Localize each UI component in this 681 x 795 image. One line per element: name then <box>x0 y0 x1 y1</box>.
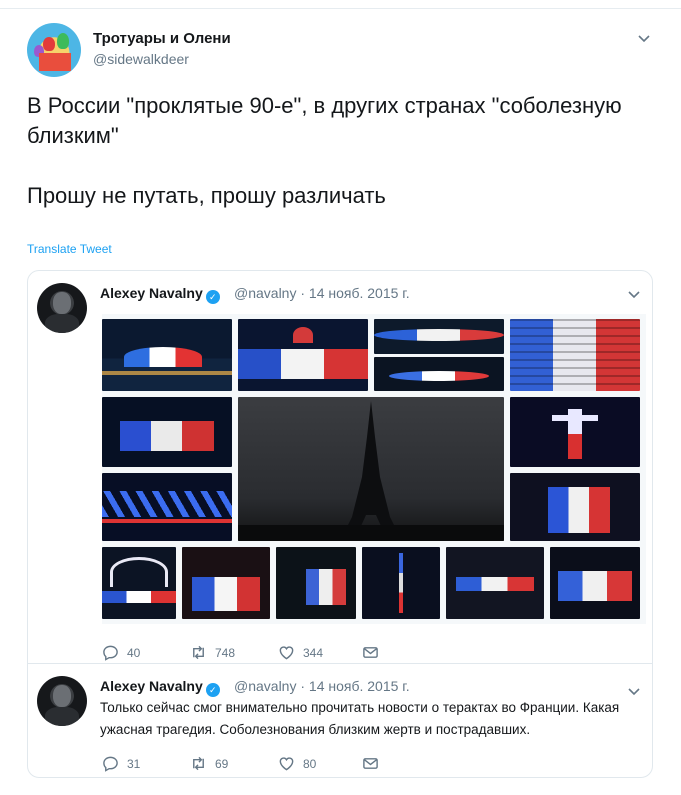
heart-icon <box>279 646 294 660</box>
retweet-count: 69 <box>215 756 229 771</box>
lit-skyline-photo[interactable] <box>276 547 356 619</box>
toronto-sign-photo[interactable] <box>446 547 544 619</box>
like-count: 80 <box>303 756 317 771</box>
chevron-down-icon[interactable] <box>627 287 641 301</box>
quote1-avatar[interactable] <box>37 283 87 333</box>
tweet: Тротуары и Олени @sidewalkdeer В России … <box>0 9 681 795</box>
chevron-down-icon[interactable] <box>637 31 651 45</box>
author-avatar[interactable] <box>27 23 81 77</box>
sydney-opera-house-photo[interactable] <box>102 319 232 391</box>
reply-button[interactable]: 31 <box>102 755 140 772</box>
quote2-avatar[interactable] <box>37 676 87 726</box>
like-count: 344 <box>303 645 324 660</box>
quote2-text: Только сейчас смог внимательно прочитать… <box>100 700 620 737</box>
direct-message-button[interactable] <box>362 644 387 661</box>
photo-collage[interactable] <box>102 314 646 624</box>
reply-count: 40 <box>127 645 141 660</box>
translate-tweet-link[interactable]: Translate Tweet <box>27 242 112 256</box>
eiffel-tower-dark-photo[interactable] <box>238 397 504 541</box>
quote1-meta[interactable]: @navalny · 14 нояб. 2015 г. <box>234 285 410 301</box>
quote1-author[interactable]: Alexey Navalny ✓ <box>100 285 220 304</box>
verified-badge-icon: ✓ <box>205 683 220 697</box>
reply-icon <box>103 645 118 661</box>
quote2-author-name[interactable]: Alexey Navalny <box>100 678 203 694</box>
quote-divider <box>28 663 652 664</box>
like-button[interactable]: 80 <box>278 755 316 772</box>
quote1-author-name[interactable]: Alexey Navalny <box>100 285 203 301</box>
quote2-author[interactable]: Alexey Navalny ✓ <box>100 678 220 697</box>
chevron-down-icon[interactable] <box>627 684 641 698</box>
lit-bridge-photo[interactable] <box>102 473 232 541</box>
quote2-meta[interactable]: @navalny · 14 нояб. 2015 г. <box>234 678 410 694</box>
christ-redeemer-statue-photo[interactable] <box>510 397 640 467</box>
retweet-button[interactable]: 748 <box>190 644 235 661</box>
quoted-tweets-card[interactable]: Alexey Navalny ✓ @navalny · 14 нояб. 2015… <box>27 270 653 778</box>
author-handle[interactable]: @sidewalkdeer <box>93 51 189 67</box>
quote1-actions: 40 748 344 <box>102 644 422 662</box>
verified-badge-icon: ✓ <box>205 290 220 304</box>
heart-icon <box>279 757 294 771</box>
lit-building-photo[interactable] <box>102 397 232 467</box>
envelope-icon <box>363 758 378 769</box>
lit-palace-photo[interactable] <box>550 547 640 619</box>
retweet-icon <box>193 645 204 660</box>
like-button[interactable]: 344 <box>278 644 323 661</box>
tweet-text: В России "проклятые 90-е", в других стра… <box>27 93 622 208</box>
stadium-lights-photo[interactable] <box>374 319 504 354</box>
sky-tower-photo[interactable] <box>362 547 440 619</box>
wembley-stadium-photo[interactable] <box>102 547 176 619</box>
lit-city-hall-photo[interactable] <box>510 473 640 541</box>
quote2-actions: 31 69 80 <box>102 755 422 773</box>
arena-flag-photo[interactable] <box>182 547 270 619</box>
reply-count: 31 <box>127 756 141 771</box>
reply-icon <box>103 756 118 772</box>
stadium-night-photo[interactable] <box>374 357 504 391</box>
san-francisco-city-hall-photo[interactable] <box>238 319 368 391</box>
envelope-icon <box>363 647 378 658</box>
retweet-count: 748 <box>215 645 236 660</box>
retweet-button[interactable]: 69 <box>190 755 228 772</box>
author-name[interactable]: Тротуары и Олени <box>93 30 231 47</box>
retweet-icon <box>193 756 204 771</box>
tower-building-flag-colors-photo[interactable] <box>510 319 640 391</box>
reply-button[interactable]: 40 <box>102 644 140 661</box>
direct-message-button[interactable] <box>362 755 387 772</box>
